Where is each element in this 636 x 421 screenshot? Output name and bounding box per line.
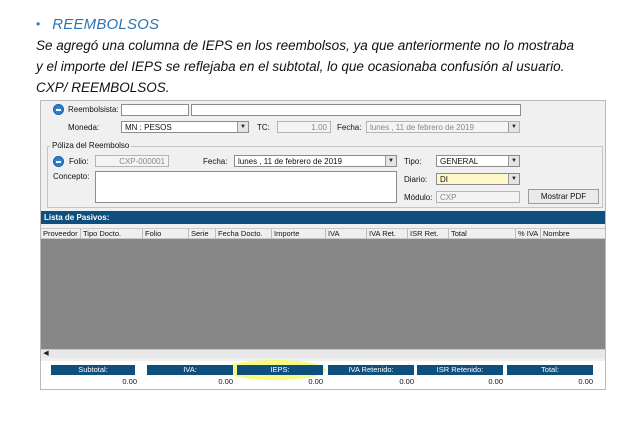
col-importe[interactable]: Importe bbox=[272, 229, 326, 239]
tc-label: TC: bbox=[257, 123, 270, 132]
fecha-top-value: lunes , 11 de febrero de 2019 bbox=[370, 123, 474, 132]
folio-label: Folio: bbox=[69, 157, 89, 166]
col-serie[interactable]: Serie bbox=[189, 229, 216, 239]
iva-retenido-label: IVA Retenido: bbox=[328, 365, 414, 375]
grid-body[interactable] bbox=[41, 239, 605, 349]
bullet-dot: • bbox=[36, 17, 41, 31]
scroll-left-icon[interactable]: ◀ bbox=[42, 350, 50, 358]
col-nombre[interactable]: Nombre bbox=[541, 229, 605, 239]
paragraph-line-3: CXP/ REEMBOLSOS. bbox=[36, 80, 170, 95]
concepto-label: Concepto: bbox=[53, 172, 90, 181]
grid-header: Proveedor Tipo Docto. Folio Serie Fecha … bbox=[41, 228, 605, 239]
reembolsista-name-input[interactable] bbox=[191, 104, 521, 116]
chevron-down-icon[interactable]: ▼ bbox=[508, 122, 519, 132]
fecha-poliza-select[interactable]: lunes , 11 de febrero de 2019 ▼ bbox=[234, 155, 397, 167]
col-tipo-docto[interactable]: Tipo Docto. bbox=[81, 229, 143, 239]
section-heading: REEMBOLSOS bbox=[52, 15, 160, 33]
subtotal-value: 0.00 bbox=[122, 377, 137, 386]
col-iva[interactable]: IVA bbox=[326, 229, 367, 239]
lista-pasivos-header: Lista de Pasivos: bbox=[41, 211, 605, 224]
reembolsista-label: Reembolsista: bbox=[68, 105, 119, 114]
reembolsista-search-icon[interactable] bbox=[53, 104, 64, 115]
ieps-value: 0.00 bbox=[308, 377, 323, 386]
poliza-group-title: Póliza del Reembolso bbox=[50, 141, 132, 150]
col-iva-ret[interactable]: IVA Ret. bbox=[367, 229, 408, 239]
mostrar-pdf-button[interactable]: Mostrar PDF bbox=[528, 189, 599, 204]
isr-retenido-value: 0.00 bbox=[488, 377, 503, 386]
chevron-down-icon[interactable]: ▼ bbox=[508, 174, 519, 184]
iva-value: 0.00 bbox=[218, 377, 233, 386]
col-proveedor[interactable]: Proveedor bbox=[41, 229, 81, 239]
isr-retenido-label: ISR Retenido: bbox=[417, 365, 503, 375]
fecha-poliza-value: lunes , 11 de febrero de 2019 bbox=[238, 157, 342, 166]
subtotal-label: Subtotal: bbox=[51, 365, 135, 375]
moneda-label: Moneda: bbox=[68, 123, 100, 132]
diario-label: Diario: bbox=[404, 175, 428, 184]
totals-bar: Subtotal: IVA: IEPS: IVA Retenido: ISR R… bbox=[41, 360, 605, 389]
paragraph-line-2: y el importe del IEPS se reflejaba en el… bbox=[36, 59, 565, 74]
bullet-heading: • REEMBOLSOS bbox=[36, 14, 159, 34]
reembolsos-window: Reembolsista: Moneda: MN : PESOS ▼ TC: 1… bbox=[40, 100, 606, 390]
moneda-value: MN : PESOS bbox=[125, 123, 172, 132]
folio-search-icon[interactable] bbox=[53, 156, 64, 167]
moneda-select[interactable]: MN : PESOS ▼ bbox=[121, 121, 249, 133]
fecha-top-select[interactable]: lunes , 11 de febrero de 2019 ▼ bbox=[366, 121, 520, 133]
total-label: Total: bbox=[507, 365, 593, 375]
reembolsista-code-input[interactable] bbox=[121, 104, 189, 116]
fecha-poliza-label: Fecha: bbox=[203, 157, 228, 166]
iva-label: IVA: bbox=[147, 365, 233, 375]
horizontal-scrollbar[interactable]: ◀ bbox=[41, 349, 605, 358]
diario-value: DI bbox=[440, 175, 448, 184]
chevron-down-icon[interactable]: ▼ bbox=[237, 122, 248, 132]
modulo-label: Módulo: bbox=[404, 193, 433, 202]
tipo-label: Tipo: bbox=[404, 157, 422, 166]
ieps-label: IEPS: bbox=[237, 365, 323, 375]
tc-input[interactable]: 1.00 bbox=[277, 121, 331, 133]
chevron-down-icon[interactable]: ▼ bbox=[385, 156, 396, 166]
col-isr-ret[interactable]: ISR Ret. bbox=[408, 229, 449, 239]
folio-input[interactable]: CXP-000001 bbox=[95, 155, 169, 167]
iva-retenido-value: 0.00 bbox=[399, 377, 414, 386]
col-fecha-docto[interactable]: Fecha Docto. bbox=[216, 229, 272, 239]
paragraph-line-1: Se agregó una columna de IEPS en los ree… bbox=[36, 38, 575, 53]
fecha-label: Fecha: bbox=[337, 123, 362, 132]
concepto-textarea[interactable] bbox=[95, 171, 397, 203]
tipo-value: GENERAL bbox=[440, 157, 479, 166]
diario-select[interactable]: DI ▼ bbox=[436, 173, 520, 185]
col-pct-iva[interactable]: % IVA bbox=[516, 229, 541, 239]
total-value: 0.00 bbox=[578, 377, 593, 386]
col-total[interactable]: Total bbox=[449, 229, 516, 239]
tipo-select[interactable]: GENERAL ▼ bbox=[436, 155, 520, 167]
col-folio[interactable]: Folio bbox=[143, 229, 189, 239]
chevron-down-icon[interactable]: ▼ bbox=[508, 156, 519, 166]
modulo-input[interactable]: CXP bbox=[436, 191, 520, 203]
